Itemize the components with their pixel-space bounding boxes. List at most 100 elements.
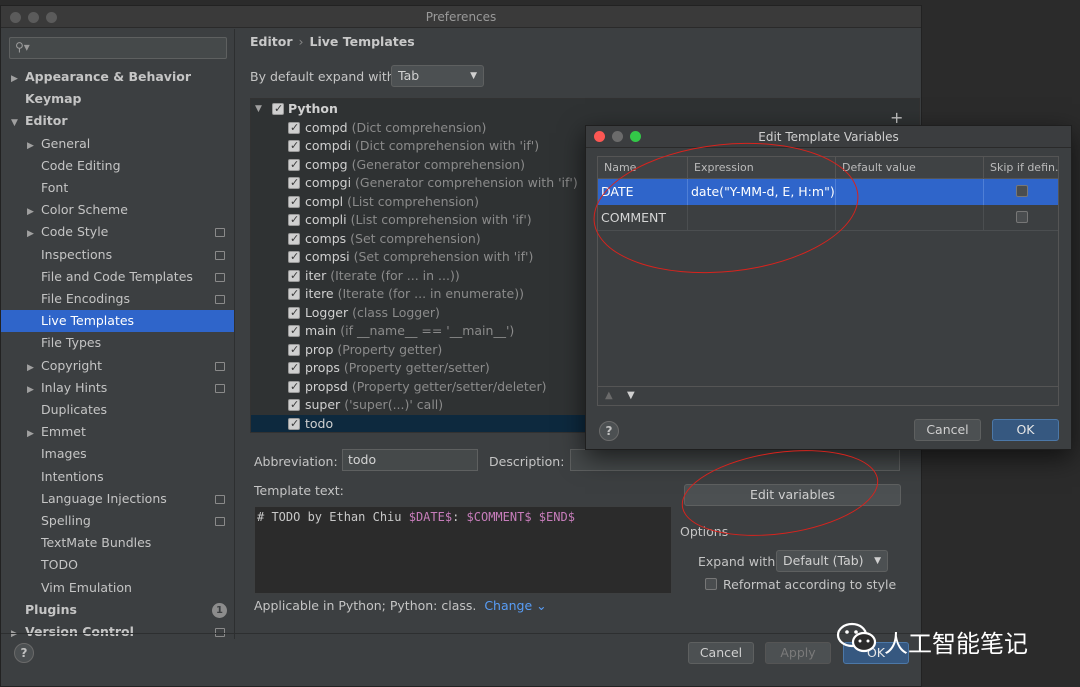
settings-search-input[interactable]: ⚲▾ xyxy=(9,37,227,59)
sidebar-item-keymap[interactable]: Keymap xyxy=(11,88,82,110)
sidebar-item-todo[interactable]: TODO xyxy=(27,554,78,576)
help-button[interactable]: ? xyxy=(14,643,34,663)
sidebar-item-emmet[interactable]: ▶ Emmet xyxy=(27,421,86,443)
description-input[interactable] xyxy=(570,449,900,471)
sidebar-item-code-editing[interactable]: Code Editing xyxy=(27,155,121,177)
sidebar-item-duplicates[interactable]: Duplicates xyxy=(27,399,107,421)
template-enabled-checkbox[interactable] xyxy=(288,156,300,174)
chevron-right-icon[interactable]: ▶ xyxy=(27,379,41,401)
sidebar-item-file-types[interactable]: File Types xyxy=(27,332,101,354)
variable-expression-cell[interactable]: date("Y-MM-d, E, H:m") xyxy=(688,179,836,205)
skip-if-defined-checkbox[interactable] xyxy=(1016,211,1028,223)
sidebar-item-intentions[interactable]: Intentions xyxy=(27,466,104,488)
template-enabled-checkbox[interactable] xyxy=(288,248,300,266)
sidebar-item-language-injections[interactable]: Language Injections xyxy=(27,488,167,510)
template-group-python[interactable]: ▼ Python xyxy=(251,100,919,119)
template-enabled-checkbox[interactable] xyxy=(288,119,300,137)
template-description: (Property getter/setter) xyxy=(343,360,490,375)
change-context-link[interactable]: Change xyxy=(484,598,532,613)
sidebar-item-spelling[interactable]: Spelling xyxy=(27,510,91,532)
sidebar-item-editor[interactable]: ▼ Editor xyxy=(11,110,68,132)
chevron-right-icon[interactable]: ▶ xyxy=(27,135,41,157)
sidebar-item-font[interactable]: Font xyxy=(27,177,68,199)
close-dialog-icon[interactable] xyxy=(594,131,605,142)
chevron-right-icon[interactable]: ▶ xyxy=(11,68,25,90)
sidebar-item-code-style[interactable]: ▶ Code Style xyxy=(27,221,108,243)
dialog-cancel-button[interactable]: Cancel xyxy=(914,419,981,441)
sidebar-item-textmate-bundles[interactable]: TextMate Bundles xyxy=(27,532,151,554)
template-enabled-checkbox[interactable] xyxy=(288,322,300,340)
template-enabled-checkbox[interactable] xyxy=(288,193,300,211)
expand-with-option-select[interactable]: Default (Tab) ▼ xyxy=(776,550,888,572)
group-checkbox[interactable] xyxy=(272,100,284,118)
column-header-expression[interactable]: Expression xyxy=(688,157,836,179)
variable-expression-cell[interactable] xyxy=(688,205,836,231)
table-row[interactable]: COMMENT xyxy=(598,205,1058,231)
expand-with-select[interactable]: Tab ▼ xyxy=(391,65,484,87)
zoom-dialog-icon[interactable] xyxy=(630,131,641,142)
sidebar-item-plugins[interactable]: Plugins xyxy=(11,599,77,621)
sidebar-item-file-and-code-templates[interactable]: File and Code Templates xyxy=(27,266,193,288)
edit-variables-button[interactable]: Edit variables xyxy=(684,484,901,506)
chevron-right-icon[interactable]: ▶ xyxy=(11,623,25,639)
variable-name-cell[interactable]: COMMENT xyxy=(598,205,688,231)
sidebar-item-general[interactable]: ▶ General xyxy=(27,133,90,155)
abbreviation-label: Abbreviation: xyxy=(254,454,338,469)
table-row[interactable]: DATE date("Y-MM-d, E, H:m") xyxy=(598,179,1058,205)
skip-if-defined-checkbox[interactable] xyxy=(1016,185,1028,197)
dialog-ok-button[interactable]: OK xyxy=(992,419,1059,441)
move-up-icon[interactable]: ▲ xyxy=(605,390,613,401)
template-text-editor[interactable]: # TODO by Ethan Chiu $DATE$: $COMMENT$ $… xyxy=(254,506,672,594)
chevron-right-icon[interactable]: ▶ xyxy=(27,201,41,223)
breadcrumb-parent[interactable]: Editor xyxy=(250,34,293,49)
reformat-label: Reformat according to style xyxy=(723,577,897,592)
chevron-right-icon[interactable]: ▶ xyxy=(27,357,41,379)
variable-default-cell[interactable] xyxy=(836,179,984,205)
sidebar-item-images[interactable]: Images xyxy=(27,443,87,465)
move-down-icon[interactable]: ▼ xyxy=(627,390,635,401)
chevron-down-icon[interactable]: ▼ xyxy=(255,100,262,118)
sidebar-item-label: File and Code Templates xyxy=(41,268,193,284)
template-enabled-checkbox[interactable] xyxy=(288,341,300,359)
sidebar-item-version-control[interactable]: ▶ Version Control xyxy=(11,621,134,639)
template-enabled-checkbox[interactable] xyxy=(288,396,300,414)
dialog-help-button[interactable]: ? xyxy=(599,421,619,441)
template-enabled-checkbox[interactable] xyxy=(288,285,300,303)
search-icon: ⚲▾ xyxy=(15,40,30,54)
minimize-window-icon[interactable] xyxy=(28,12,39,23)
column-header-name[interactable]: Name xyxy=(598,157,688,179)
sidebar-item-label: Copyright xyxy=(41,357,103,373)
sidebar-item-vim-emulation[interactable]: Vim Emulation xyxy=(27,577,132,599)
sidebar-item-live-templates[interactable]: Live Templates xyxy=(1,310,234,333)
zoom-window-icon[interactable] xyxy=(46,12,57,23)
template-enabled-checkbox[interactable] xyxy=(288,415,300,432)
template-enabled-checkbox[interactable] xyxy=(288,378,300,396)
cancel-button[interactable]: Cancel xyxy=(688,642,754,664)
column-header-default-value[interactable]: Default value xyxy=(836,157,984,179)
template-enabled-checkbox[interactable] xyxy=(288,174,300,192)
template-enabled-checkbox[interactable] xyxy=(288,359,300,377)
apply-button[interactable]: Apply xyxy=(765,642,831,664)
reformat-checkbox[interactable] xyxy=(705,578,717,590)
close-window-icon[interactable] xyxy=(10,12,21,23)
sidebar-item-inlay-hints[interactable]: ▶ Inlay Hints xyxy=(27,377,107,399)
sidebar-item-copyright[interactable]: ▶ Copyright xyxy=(27,355,102,377)
sidebar-item-color-scheme[interactable]: ▶ Color Scheme xyxy=(27,199,128,221)
sidebar-item-inspections[interactable]: Inspections xyxy=(27,244,112,266)
column-header-skip-if-defined[interactable]: Skip if defin... xyxy=(984,157,1058,179)
template-enabled-checkbox[interactable] xyxy=(288,230,300,248)
sidebar-item-label: Font xyxy=(41,180,69,195)
template-enabled-checkbox[interactable] xyxy=(288,137,300,155)
template-enabled-checkbox[interactable] xyxy=(288,304,300,322)
variable-default-cell[interactable] xyxy=(836,205,984,231)
variable-name-cell[interactable]: DATE xyxy=(598,179,688,205)
template-enabled-checkbox[interactable] xyxy=(288,211,300,229)
chevron-right-icon[interactable]: ▶ xyxy=(27,423,41,445)
chevron-right-icon[interactable]: ▶ xyxy=(27,223,41,245)
abbreviation-input[interactable]: todo xyxy=(342,449,478,471)
sidebar-item-file-encodings[interactable]: File Encodings xyxy=(27,288,130,310)
sidebar-item-appearance-behavior[interactable]: ▶ Appearance & Behavior xyxy=(11,66,191,88)
template-description: (Iterate (for ... in ...)) xyxy=(330,267,460,283)
template-enabled-checkbox[interactable] xyxy=(288,267,300,285)
chevron-down-icon[interactable]: ▼ xyxy=(11,112,25,134)
